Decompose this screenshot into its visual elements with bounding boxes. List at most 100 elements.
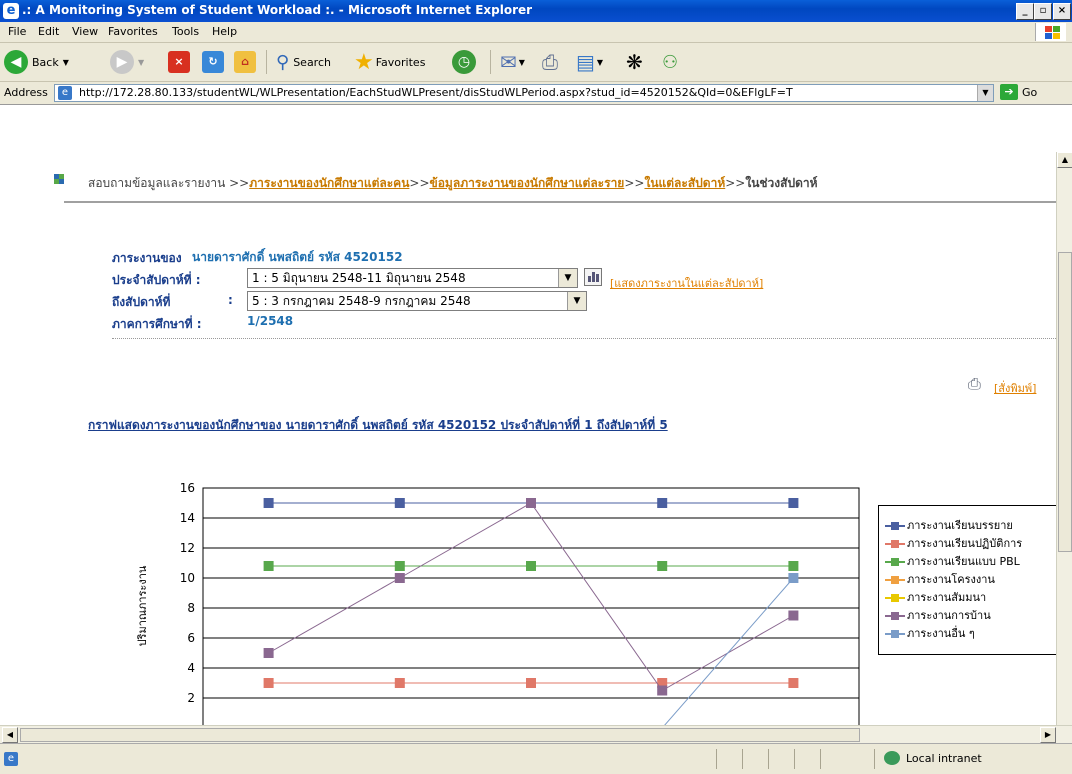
- history-button[interactable]: ◷: [452, 47, 476, 77]
- hscroll-thumb[interactable]: [20, 728, 860, 742]
- legend-item: ภาระงานโครงงาน: [885, 570, 995, 588]
- close-button[interactable]: ×: [1053, 3, 1071, 20]
- menu-favorites[interactable]: Favorites: [108, 25, 158, 38]
- menu-tools[interactable]: Tools: [172, 25, 199, 38]
- search-label: Search: [293, 55, 331, 69]
- legend-swatch: [885, 594, 905, 602]
- data-point: [788, 498, 799, 508]
- window-title-bar[interactable]: e .: A Monitoring System of Student Work…: [0, 0, 1072, 22]
- y-tick-label: 6: [187, 631, 195, 645]
- address-input[interactable]: e http://172.28.80.133/studentWL/WLPrese…: [54, 84, 994, 102]
- legend-label: ภาระงานอื่น ๆ: [907, 627, 975, 640]
- data-point: [263, 648, 274, 658]
- menu-file[interactable]: File: [8, 25, 26, 38]
- minimize-button[interactable]: _: [1016, 3, 1034, 20]
- discuss-button[interactable]: ❋: [626, 47, 643, 77]
- legend-item: ภาระงานเรียนบรรยาย: [885, 516, 1013, 534]
- vertical-scrollbar[interactable]: ▲: [1056, 152, 1072, 725]
- legend-item: ภาระงานเรียนปฏิบัติการ: [885, 534, 1022, 552]
- go-button[interactable]: ➔ Go: [1000, 84, 1037, 100]
- forward-button[interactable]: ▶ ▼: [110, 47, 144, 77]
- go-label: Go: [1022, 85, 1038, 99]
- go-arrow-icon: ➔: [1000, 84, 1018, 100]
- data-point: [394, 573, 405, 583]
- y-tick-label: 4: [187, 661, 195, 675]
- data-point: [526, 561, 536, 571]
- data-point: [657, 685, 668, 696]
- favorites-button[interactable]: ★ Favorites: [354, 47, 425, 77]
- data-point: [263, 498, 274, 508]
- legend-swatch: [885, 630, 905, 638]
- mail-button[interactable]: ✉ ▼: [500, 47, 525, 77]
- legend-label: ภาระงานการบ้าน: [907, 609, 991, 622]
- data-point: [657, 498, 668, 508]
- home-icon: ⌂: [234, 51, 256, 73]
- ie-logo-icon: e: [3, 3, 19, 19]
- security-zone-label: Local intranet: [906, 752, 982, 765]
- horizontal-scrollbar[interactable]: ◀ ▶: [0, 725, 1072, 744]
- y-tick-label: 12: [180, 541, 195, 555]
- intranet-zone-icon: [884, 751, 900, 765]
- y-tick-label: 8: [187, 601, 195, 615]
- legend-item: ภาระงานเรียนแบบ PBL: [885, 552, 1020, 570]
- chart-legend: ภาระงานเรียนบรรยายภาระงานเรียนปฏิบัติการ…: [878, 505, 1056, 655]
- data-point: [263, 678, 274, 688]
- legend-swatch: [885, 612, 905, 620]
- y-tick-label: 16: [180, 481, 195, 495]
- data-point: [263, 561, 274, 571]
- menu-edit[interactable]: Edit: [38, 25, 59, 38]
- scroll-thumb[interactable]: [1058, 252, 1072, 552]
- search-button[interactable]: ⚲ Search: [276, 47, 331, 77]
- mail-dropdown-icon[interactable]: ▼: [519, 58, 525, 67]
- back-dropdown-icon[interactable]: ▼: [63, 58, 69, 67]
- messenger-button[interactable]: ⚇: [662, 47, 678, 77]
- page-icon: e: [58, 86, 72, 100]
- menu-view[interactable]: View: [72, 25, 98, 38]
- data-point: [394, 678, 405, 688]
- data-point: [394, 498, 405, 508]
- search-icon: ⚲: [276, 51, 290, 73]
- y-tick-label: 2: [187, 691, 195, 705]
- back-button[interactable]: ◀ Back ▼: [4, 47, 69, 77]
- menu-help[interactable]: Help: [212, 25, 237, 38]
- legend-label: ภาระงานสัมมนา: [907, 591, 987, 604]
- legend-swatch: [885, 576, 905, 584]
- scroll-right-button[interactable]: ▶: [1040, 727, 1056, 743]
- stop-button[interactable]: ×: [168, 47, 190, 77]
- forward-dropdown-icon[interactable]: ▼: [138, 58, 144, 67]
- favorites-star-icon: ★: [354, 49, 374, 75]
- maximize-button[interactable]: ▫: [1034, 3, 1052, 20]
- edit-toolbar-button[interactable]: ▤ ▼: [576, 47, 603, 77]
- scroll-up-button[interactable]: ▲: [1057, 152, 1072, 168]
- refresh-button[interactable]: ↻: [202, 47, 224, 77]
- y-tick-label: 10: [180, 571, 195, 585]
- window-title: .: A Monitoring System of Student Worklo…: [22, 3, 533, 17]
- data-point: [526, 498, 536, 508]
- address-bar: Address e http://172.28.80.133/studentWL…: [0, 82, 1072, 105]
- forward-arrow-icon: ▶: [110, 50, 134, 74]
- printer-icon: ⎙: [542, 50, 558, 74]
- home-button[interactable]: ⌂: [234, 47, 256, 77]
- y-tick-label: 14: [180, 511, 195, 525]
- scroll-left-button[interactable]: ◀: [2, 727, 18, 743]
- legend-label: ภาระงานเรียนปฏิบัติการ: [907, 537, 1023, 550]
- legend-label: ภาระงานเรียนบรรยาย: [907, 519, 1013, 532]
- legend-swatch: [885, 522, 905, 530]
- favorites-label: Favorites: [375, 55, 426, 69]
- data-point: [788, 561, 799, 571]
- windows-flag-icon: [1035, 23, 1066, 41]
- page-content: สอบถามข้อมูลและรายงาน >>ภาระงานของนักศึก…: [6, 152, 1056, 725]
- legend-swatch: [885, 558, 905, 566]
- print-toolbar-button[interactable]: ⎙: [542, 47, 558, 77]
- edit-dropdown-icon[interactable]: ▼: [597, 58, 603, 67]
- address-label: Address: [4, 86, 48, 99]
- data-point: [788, 610, 799, 621]
- data-point: [657, 561, 668, 571]
- stop-icon: ×: [168, 51, 190, 73]
- legend-label: ภาระงานโครงงาน: [907, 573, 995, 586]
- standard-toolbar: ◀ Back ▼ ▶ ▼ × ↻ ⌂ ⚲ Search ★ Favorites …: [0, 43, 1072, 82]
- discuss-icon: ❋: [626, 50, 643, 74]
- mail-icon: ✉: [500, 50, 517, 74]
- address-dropdown-icon[interactable]: ▼: [977, 85, 993, 101]
- address-url: http://172.28.80.133/studentWL/WLPresent…: [79, 86, 793, 99]
